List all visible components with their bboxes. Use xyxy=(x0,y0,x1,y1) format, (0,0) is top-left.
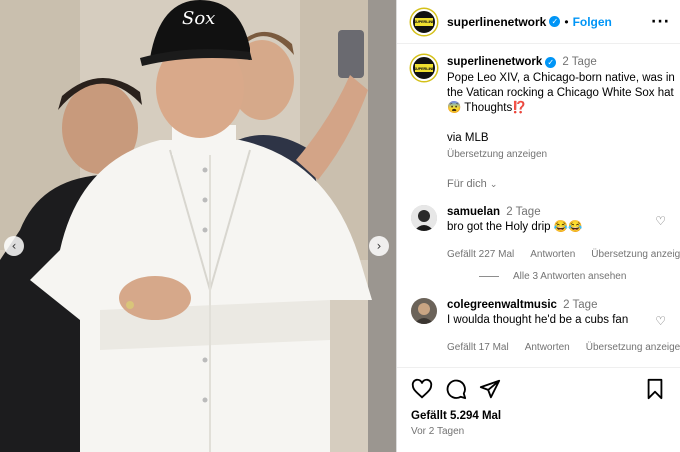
comment-likes[interactable]: Gefällt 17 Mal xyxy=(447,340,509,355)
comment-translate-link[interactable]: Übersetzung anzeigen xyxy=(586,340,680,355)
pope-photo-illustration: Sox xyxy=(0,0,396,452)
header-username[interactable]: superlinenetwork xyxy=(447,15,546,29)
caption-avatar-logo: SUPERLINE xyxy=(415,64,433,72)
comment-username[interactable]: samuelan xyxy=(447,206,500,218)
view-replies-button[interactable]: Alle 3 Antworten ansehen xyxy=(479,271,626,282)
caption-text: Pope Leo XIV, a Chicago-born native, was… xyxy=(447,72,675,114)
follow-button[interactable]: Folgen xyxy=(573,15,612,29)
comment-username[interactable]: colegreenwaltmusic xyxy=(447,299,557,311)
comment-translate-link[interactable]: Übersetzung anzeigen xyxy=(591,247,680,262)
heart-icon[interactable] xyxy=(411,378,433,400)
caption-username[interactable]: superlinenetwork xyxy=(447,56,542,68)
avatar-logo: SUPERLINE xyxy=(415,17,433,26)
comment-text: I woulda thought he'd be a cubs fan xyxy=(447,314,629,326)
replies-line xyxy=(479,276,499,277)
for-you-label[interactable]: Für dich ⌄ xyxy=(447,178,680,190)
verified-icon: ✓ xyxy=(549,16,561,27)
caption-time[interactable]: 2 Tage xyxy=(562,56,596,68)
bookmark-icon[interactable] xyxy=(644,378,666,400)
more-icon[interactable]: ··· xyxy=(651,14,670,30)
comment-reply-button[interactable]: Antworten xyxy=(530,247,575,262)
caption-via: via MLB xyxy=(447,132,489,144)
hat-logo: Sox xyxy=(182,8,215,29)
comment-avatar[interactable] xyxy=(411,298,437,324)
comment-time: 2 Tage xyxy=(506,206,541,218)
post-footer: Gefällt 5.294 Mal Vor 2 Tagen xyxy=(397,367,680,445)
post-header: SUPERLINE superlinenetwork ✓ • Folgen ··… xyxy=(397,0,680,44)
post-photo[interactable]: Sox ‹ › xyxy=(0,0,396,452)
caption-avatar[interactable]: SUPERLINE xyxy=(411,55,437,81)
caption-translate-link[interactable]: Übersetzung anzeigen xyxy=(447,147,677,162)
comments-area[interactable]: SUPERLINE superlinenetwork✓ 2 Tage Pope … xyxy=(397,45,680,367)
comment-item: samuelan 2 Tage bro got the Holy drip 😂😂… xyxy=(411,205,680,262)
comment-text: bro got the Holy drip 😂😂 xyxy=(447,221,583,233)
chevron-down-icon: ⌄ xyxy=(489,180,498,190)
carousel-next-button[interactable]: › xyxy=(369,236,389,256)
for-you-text: Für dich xyxy=(447,178,487,190)
separator-dot: • xyxy=(564,14,569,29)
caption: SUPERLINE superlinenetwork✓ 2 Tage Pope … xyxy=(411,55,680,162)
post-date[interactable]: Vor 2 Tagen xyxy=(411,426,666,437)
comment-item: colegreenwaltmusic 2 Tage I woulda thoug… xyxy=(411,298,680,355)
verified-icon: ✓ xyxy=(545,57,557,68)
comment-likes[interactable]: Gefällt 227 Mal xyxy=(447,247,514,262)
account-avatar[interactable]: SUPERLINE xyxy=(411,8,437,35)
comment-heart-icon[interactable]: ♡ xyxy=(655,314,666,328)
post-likes[interactable]: Gefällt 5.294 Mal xyxy=(411,410,666,422)
comment-time: 2 Tage xyxy=(563,299,598,311)
comment-reply-button[interactable]: Antworten xyxy=(525,340,570,355)
comment-icon[interactable] xyxy=(445,378,467,400)
comment-avatar-image xyxy=(411,298,437,324)
post-side-panel: SUPERLINE superlinenetwork ✓ • Folgen ··… xyxy=(396,0,680,452)
carousel-prev-button[interactable]: ‹ xyxy=(4,236,24,256)
action-bar xyxy=(411,376,666,402)
view-replies-label: Alle 3 Antworten ansehen xyxy=(513,271,627,282)
comment-avatar-image xyxy=(411,205,437,231)
comment-avatar[interactable] xyxy=(411,205,437,231)
comment-heart-icon[interactable]: ♡ xyxy=(655,214,666,228)
share-icon[interactable] xyxy=(479,378,501,400)
